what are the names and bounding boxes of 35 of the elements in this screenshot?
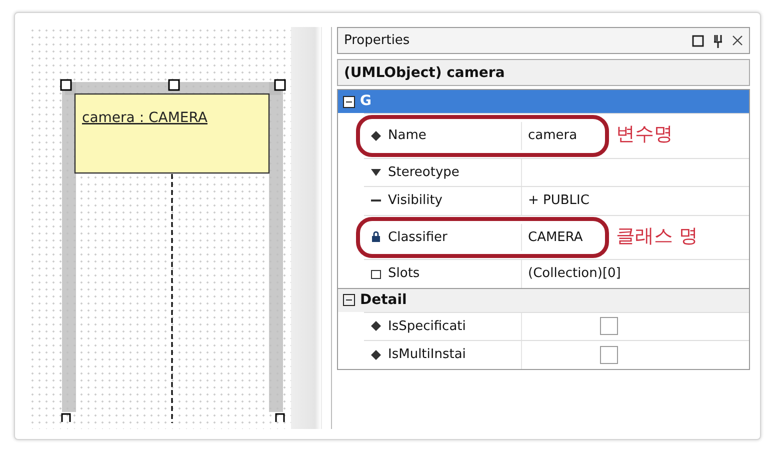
collapse-icon[interactable]: [343, 294, 355, 306]
pin-icon[interactable]: [712, 34, 724, 48]
group-label: G: [360, 92, 372, 111]
group-header[interactable]: G: [338, 89, 749, 113]
dash-icon: [370, 199, 382, 202]
object-label: camera : CAMERA: [82, 110, 208, 126]
annotation-note: 변수명: [616, 122, 673, 147]
property-value[interactable]: camera: [528, 126, 578, 146]
maximize-icon[interactable]: [692, 34, 704, 46]
lock-icon: [370, 231, 382, 244]
property-value[interactable]: CAMERA: [528, 228, 583, 247]
triangle-icon: [370, 166, 382, 178]
property-name: Classifier: [388, 228, 448, 246]
diamond-icon: [370, 130, 382, 142]
property-name: Name: [388, 127, 426, 145]
diamond-icon: [370, 348, 382, 361]
property-name: IsMultiInstai: [388, 346, 466, 364]
close-icon[interactable]: [732, 35, 743, 46]
property-name: Stereotype: [388, 164, 460, 182]
checkbox[interactable]: [600, 346, 618, 364]
group-header[interactable]: Detail: [338, 288, 749, 312]
square-icon: [370, 268, 382, 280]
group-label: Detail: [360, 290, 407, 310]
diamond-icon: [370, 320, 382, 332]
collapse-icon[interactable]: [343, 96, 355, 108]
annotation-note: 클래스 명: [616, 224, 698, 248]
checkbox[interactable]: [600, 317, 618, 336]
property-value[interactable]: + PUBLIC: [528, 191, 590, 210]
object-header: (UMLObject) camera: [337, 59, 750, 86]
object-box[interactable]: [74, 93, 270, 174]
property-name: IsSpecificati: [388, 318, 466, 336]
property-name: Slots: [388, 265, 420, 283]
panel-title: Properties: [344, 32, 411, 50]
property-name: Visibility: [388, 192, 442, 210]
property-value[interactable]: (Collection)[0]: [528, 264, 621, 284]
